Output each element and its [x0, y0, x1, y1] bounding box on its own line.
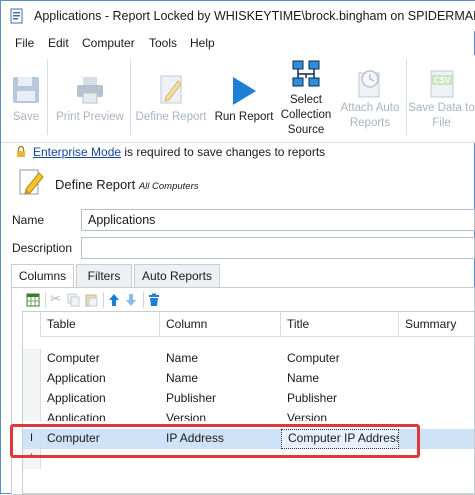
printer-icon [77, 77, 103, 104]
table-row[interactable]: Application Publisher Publisher [23, 389, 474, 409]
play-icon [233, 77, 256, 105]
enterprise-notice: Enterprise Mode is required to save chan… [33, 145, 326, 159]
table-row-selected[interactable]: I Computer IP Address Computer IP Addres… [23, 429, 474, 449]
menu-computer[interactable]: Computer [82, 36, 135, 50]
menu-help[interactable]: Help [190, 36, 215, 50]
report-app-icon [10, 8, 23, 24]
svg-text:CSV: CSV [433, 76, 450, 85]
cut-icon[interactable]: ✂ [50, 291, 61, 307]
columns-panel: ✂ Table Column Title Summary Computer Na… [11, 287, 475, 495]
menu-edit[interactable]: Edit [48, 36, 69, 50]
section-subtitle: All Computers [138, 181, 199, 192]
save-data-to-file-button[interactable]: CSV Save Data to File [407, 55, 475, 141]
csv-file-icon: CSV [430, 70, 453, 98]
save-icon [13, 77, 39, 103]
description-label: Description [12, 241, 73, 255]
tab-auto-reports[interactable]: Auto Reports [134, 264, 220, 288]
section-heading: Define Report All Computers [55, 177, 199, 192]
save-button[interactable]: Save [5, 55, 47, 141]
row-edit-marker: I [23, 429, 41, 449]
print-preview-button[interactable]: Print Preview [51, 55, 129, 141]
table-row[interactable]: Application Version Version [23, 409, 474, 421]
ribbon-toolbar: Save Print Preview Define Report Run Rep… [1, 55, 475, 143]
grid-header-row: Table Column Title Summary [23, 312, 474, 337]
network-computers-icon [292, 60, 320, 87]
menu-file[interactable]: File [15, 36, 34, 50]
header-title[interactable]: Title [281, 312, 399, 337]
header-table[interactable]: Table [41, 312, 160, 337]
description-field[interactable] [81, 237, 475, 259]
header-summary[interactable]: Summary [399, 312, 474, 337]
title-cell-editing[interactable]: Computer IP Address [281, 429, 399, 449]
name-field[interactable]: Applications [81, 209, 475, 231]
menu-bar: File Edit Computer Tools Help [1, 34, 475, 54]
define-report-pencil-icon [19, 169, 44, 195]
attach-auto-reports-button[interactable]: Attach Auto Reports [335, 55, 405, 141]
new-row-marker: * [23, 449, 41, 469]
move-down-icon[interactable] [125, 293, 137, 307]
tab-filters[interactable]: Filters [76, 264, 132, 288]
report-window: Applications - Report Locked by WHISKEYT… [0, 0, 475, 495]
paste-icon[interactable] [85, 293, 98, 307]
run-report-button[interactable]: Run Report [211, 55, 277, 141]
add-column-icon[interactable] [26, 293, 40, 307]
define-report-button[interactable]: Define Report [132, 55, 210, 141]
menu-tools[interactable]: Tools [149, 36, 177, 50]
name-label: Name [12, 213, 45, 227]
move-up-icon[interactable] [108, 293, 120, 307]
table-row[interactable]: Computer Name Computer [23, 349, 474, 369]
tab-columns[interactable]: Columns [11, 264, 74, 289]
table-row[interactable]: Application Name Name [23, 369, 474, 389]
delete-icon[interactable] [148, 293, 160, 307]
columns-grid: Table Column Title Summary Computer Name… [22, 311, 475, 494]
clock-report-icon [358, 70, 380, 98]
define-report-icon [160, 75, 182, 104]
lock-icon [17, 146, 25, 157]
header-column[interactable]: Column [160, 312, 281, 337]
grid-toolbar: ✂ [22, 289, 472, 311]
title-bar: Applications - Report Locked by WHISKEYT… [1, 1, 475, 31]
new-row[interactable]: * [23, 449, 474, 469]
window-title: Applications - Report Locked by WHISKEYT… [34, 9, 475, 23]
copy-icon[interactable] [67, 293, 80, 307]
select-collection-source-button[interactable]: Select Collection Source [277, 55, 335, 141]
enterprise-mode-link[interactable]: Enterprise Mode [33, 145, 121, 159]
